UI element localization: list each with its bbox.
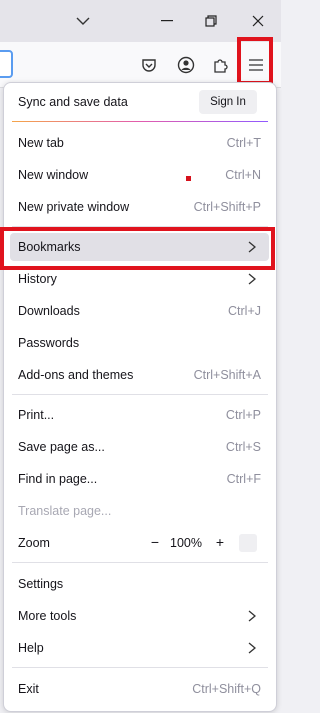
menu-item-new-window[interactable]: New window Ctrl+N [10,161,269,189]
pocket-icon[interactable] [137,53,161,77]
menu-item-shortcut: Ctrl+Shift+P [193,200,261,214]
minimize-icon[interactable] [155,9,179,33]
menu-item-shortcut: Ctrl+P [225,408,261,422]
fullscreen-button[interactable] [239,534,257,552]
url-bar-edge[interactable] [0,50,13,78]
menu-item-shortcut: Ctrl+F [226,472,261,486]
menu-item-label: Downloads [18,304,80,318]
menu-item-downloads[interactable]: Downloads Ctrl+J [10,297,269,325]
menu-item-save-page-as[interactable]: Save page as... Ctrl+S [10,433,269,461]
chevron-right-icon [245,271,259,287]
sync-divider [12,121,268,122]
sync-label: Sync and save data [18,95,128,109]
plus-icon: + [215,534,225,550]
menu-item-passwords[interactable]: Passwords [10,329,269,357]
menu-item-new-tab[interactable]: New tab Ctrl+T [10,129,269,157]
menu-item-label: New private window [18,200,130,214]
menu-item-label: New tab [18,136,64,150]
menu-item-label: Save page as... [18,440,105,454]
menu-item-find-in-page[interactable]: Find in page... Ctrl+F [10,465,269,493]
menu-item-label: Translate page... [18,504,112,518]
bookmarks-highlight [0,227,275,270]
menu-item-shortcut: Ctrl+Shift+Q [192,682,261,696]
account-icon[interactable] [174,53,198,77]
menu-item-settings[interactable]: Settings [10,570,269,598]
menu-item-new-private-window[interactable]: New private window Ctrl+Shift+P [10,193,269,221]
sync-row: Sync and save data Sign In [4,83,276,121]
menu-divider [12,562,268,563]
menu-button-highlight [237,37,273,85]
menu-item-label: Help [18,641,44,655]
menu-item-shortcut: Ctrl+S [225,440,261,454]
menu-item-shortcut: Ctrl+T [226,136,261,150]
menu-item-label: More tools [18,609,77,623]
menu-item-label: Passwords [18,336,80,350]
minus-icon: − [150,534,160,550]
menu-item-label: History [18,272,57,286]
menu-item-shortcut: Ctrl+N [225,168,261,182]
menu-item-label: Exit [18,682,39,696]
menu-item-zoom: Zoom − 100% + [10,529,269,557]
menu-item-label: Zoom [18,536,50,550]
zoom-in-button[interactable]: + [212,534,228,550]
menu-item-exit[interactable]: Exit Ctrl+Shift+Q [10,675,269,703]
menu-item-label: Find in page... [18,472,98,486]
zoom-level-button[interactable]: 100% [170,536,202,550]
menu-item-shortcut: Ctrl+Shift+A [193,368,261,382]
menu-item-print[interactable]: Print... Ctrl+P [10,401,269,429]
title-bar [0,0,281,42]
zoom-out-button[interactable]: − [147,534,163,550]
chevron-right-icon [245,608,259,624]
menu-item-more-tools[interactable]: More tools [10,602,269,630]
menu-item-label: New window [18,168,89,182]
menu-item-shortcut: Ctrl+J [228,304,261,318]
menu-item-translate-page: Translate page... [10,497,269,525]
menu-item-help[interactable]: Help [10,634,269,662]
menu-item-addons-and-themes[interactable]: Add-ons and themes Ctrl+Shift+A [10,361,269,389]
menu-item-label: Add-ons and themes [18,368,134,382]
menu-item-label: Print... [18,408,55,422]
extensions-icon[interactable] [209,53,233,77]
menu-divider [12,667,268,668]
list-all-tabs-chevron-icon[interactable] [71,9,95,33]
restore-icon[interactable] [199,9,223,33]
menu-divider [12,394,268,395]
sign-in-button[interactable]: Sign In [199,90,257,114]
cursor-marker [186,176,191,181]
close-icon[interactable] [246,9,270,33]
chevron-right-icon [245,640,259,656]
app-menu-panel: Sync and save data Sign In New tab Ctrl+… [3,82,277,712]
menu-item-label: Settings [18,577,64,591]
